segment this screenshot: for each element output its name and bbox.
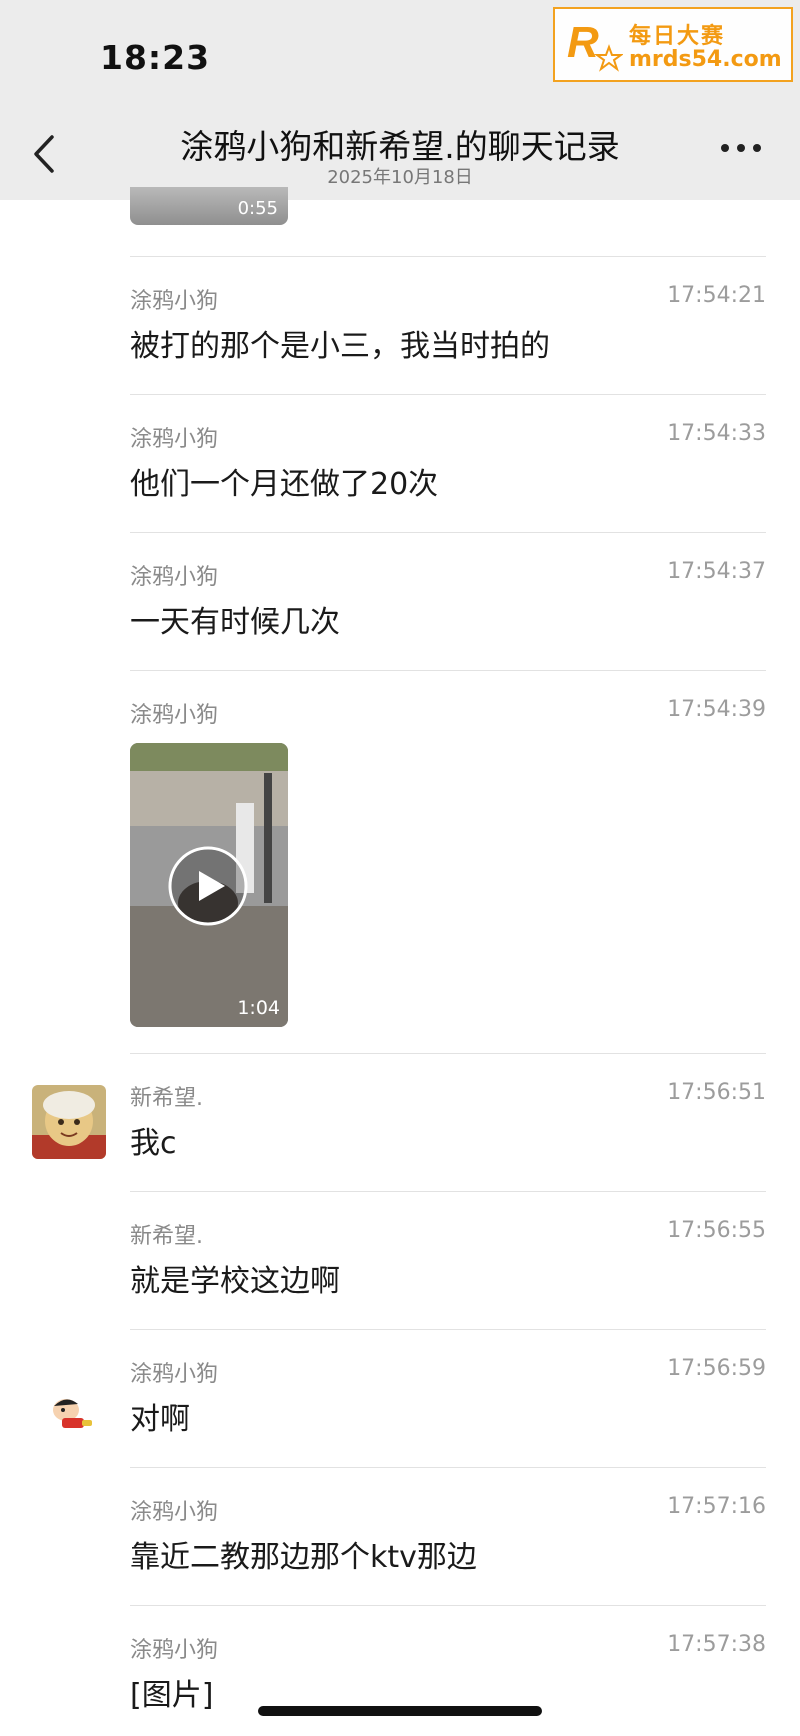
message-text[interactable]: 对啊 [130, 1394, 190, 1438]
divider [130, 394, 766, 395]
ellipsis-icon[interactable] [718, 140, 764, 156]
message-text[interactable]: 就是学校这边啊 [130, 1256, 340, 1300]
chat-history-date: 2025年10月18日 [327, 167, 473, 188]
divider [130, 532, 766, 533]
message-time: 17:57:16 [667, 1494, 766, 1519]
message-time: 17:54:21 [667, 283, 766, 308]
message-text[interactable]: 被打的那个是小三，我当时拍的 [130, 321, 550, 365]
video-thumbnail[interactable]: 1:04 [130, 743, 288, 1027]
play-icon[interactable] [167, 845, 249, 927]
message-sender: 涂鸦小狗 [130, 1638, 219, 1663]
message-sender: 新希望. [130, 1224, 203, 1249]
avatar[interactable] [32, 1085, 106, 1159]
message-time: 17:54:37 [667, 559, 766, 584]
video-duration: 1:04 [237, 997, 280, 1019]
message-sender: 涂鸦小狗 [130, 1500, 219, 1525]
message-sender: 涂鸦小狗 [130, 565, 219, 590]
watermark-name: 每日大赛 [629, 24, 726, 49]
divider [130, 1053, 766, 1054]
message-sender: 涂鸦小狗 [130, 289, 219, 314]
message-text[interactable]: 靠近二教那边那个ktv那边 [130, 1532, 477, 1576]
video-thumbnail-partial[interactable]: 0:55 [130, 187, 288, 225]
chat-history-title: 涂鸦小狗和新希望.的聊天记录 [180, 127, 620, 166]
chevron-left-icon[interactable] [30, 133, 60, 175]
divider [130, 1467, 766, 1468]
message-sender: 涂鸦小狗 [130, 427, 219, 452]
message-text[interactable]: 他们一个月还做了20次 [130, 459, 438, 503]
watermark-logo: R [567, 18, 623, 72]
message-time: 17:54:39 [667, 697, 766, 722]
status-bar-time: 18:23 [100, 38, 211, 77]
divider [130, 256, 766, 257]
divider [130, 1191, 766, 1192]
divider [130, 1605, 766, 1606]
video-duration: 0:55 [237, 198, 278, 219]
avatar[interactable] [44, 1386, 100, 1442]
message-sender: 涂鸦小狗 [130, 1362, 219, 1387]
message-text[interactable]: 一天有时候几次 [130, 597, 340, 641]
home-indicator[interactable] [258, 1706, 542, 1716]
message-time: 17:56:51 [667, 1080, 766, 1105]
avatar-image [32, 1085, 106, 1159]
svg-text:R: R [567, 18, 599, 67]
watermark-url: mrds54.com [629, 47, 782, 72]
message-time: 17:56:59 [667, 1356, 766, 1381]
site-watermark: R 每日大赛 mrds54.com [553, 7, 793, 82]
message-time: 17:54:33 [667, 421, 766, 446]
message-time: 17:56:55 [667, 1218, 766, 1243]
divider [130, 670, 766, 671]
message-text[interactable]: [图片] [130, 1670, 213, 1714]
message-sender: 涂鸦小狗 [130, 703, 219, 728]
chat-history-header: 18:23 R 每日大赛 mrds54.com 涂鸦小狗和新希望.的聊天记录 2… [0, 0, 800, 200]
divider [130, 1329, 766, 1330]
avatar-image [53, 1399, 92, 1428]
message-text[interactable]: 我c [130, 1118, 177, 1162]
message-time: 17:57:38 [667, 1632, 766, 1657]
message-sender: 新希望. [130, 1086, 203, 1111]
